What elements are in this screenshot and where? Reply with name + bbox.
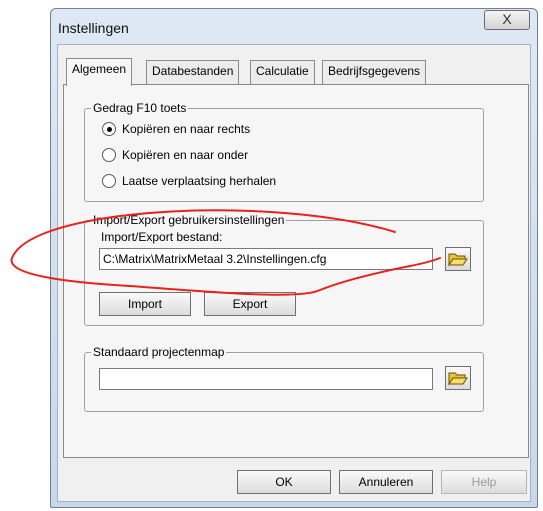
close-button[interactable]: X bbox=[484, 10, 530, 30]
project-folder-group-label: Standaard projectenmap bbox=[91, 345, 227, 359]
import-button[interactable]: Import bbox=[99, 292, 191, 316]
radio-button[interactable] bbox=[102, 148, 116, 162]
import-export-file-input[interactable]: C:\Matrix\MatrixMetaal 3.2\Instellingen.… bbox=[99, 248, 433, 270]
radio-label: Laatse verplaatsing herhalen bbox=[122, 174, 277, 188]
close-icon: X bbox=[502, 11, 512, 27]
help-button[interactable]: Help bbox=[441, 470, 527, 494]
window-title: Instellingen bbox=[58, 20, 129, 36]
tab-databestanden[interactable]: Databestanden bbox=[146, 60, 240, 84]
radio-copy-right[interactable]: Kopiëren en naar rechts bbox=[102, 122, 250, 136]
radio-repeat-last-move[interactable]: Laatse verplaatsing herhalen bbox=[102, 174, 276, 188]
radio-label: Kopiëren en naar rechts bbox=[122, 122, 251, 136]
tab-label: Bedrijfsgegevens bbox=[328, 64, 421, 78]
project-folder-input[interactable] bbox=[99, 368, 433, 390]
tab-label: Databestanden bbox=[152, 64, 234, 78]
export-button[interactable]: Export bbox=[204, 292, 296, 316]
radio-label: Kopiëren en naar onder bbox=[122, 148, 249, 162]
tab-bedrijfsgegevens[interactable]: Bedrijfsgegevens bbox=[322, 60, 427, 84]
ok-button[interactable]: OK bbox=[237, 470, 331, 494]
tab-algemeen[interactable]: Algemeen bbox=[66, 58, 133, 86]
browse-project-folder-button[interactable] bbox=[445, 366, 471, 390]
cancel-button[interactable]: Annuleren bbox=[339, 470, 433, 494]
folder-open-icon bbox=[448, 253, 468, 267]
tab-calculatie[interactable]: Calculatie bbox=[250, 60, 315, 84]
import-export-file-label: Import/Export bestand: bbox=[101, 230, 223, 244]
tab-label: Calculatie bbox=[256, 64, 309, 78]
radio-button[interactable] bbox=[102, 174, 116, 188]
tab-label: Algemeen bbox=[72, 62, 127, 76]
radio-button[interactable] bbox=[102, 122, 116, 136]
f10-group-label: Gedrag F10 toets bbox=[91, 101, 189, 115]
radio-copy-down[interactable]: Kopiëren en naar onder bbox=[102, 148, 248, 162]
radio-selected-dot bbox=[106, 126, 112, 132]
folder-open-icon bbox=[448, 372, 468, 386]
browse-import-file-button[interactable] bbox=[445, 247, 471, 271]
import-export-group-label: Import/Export gebruikersinstellingen bbox=[91, 213, 287, 227]
